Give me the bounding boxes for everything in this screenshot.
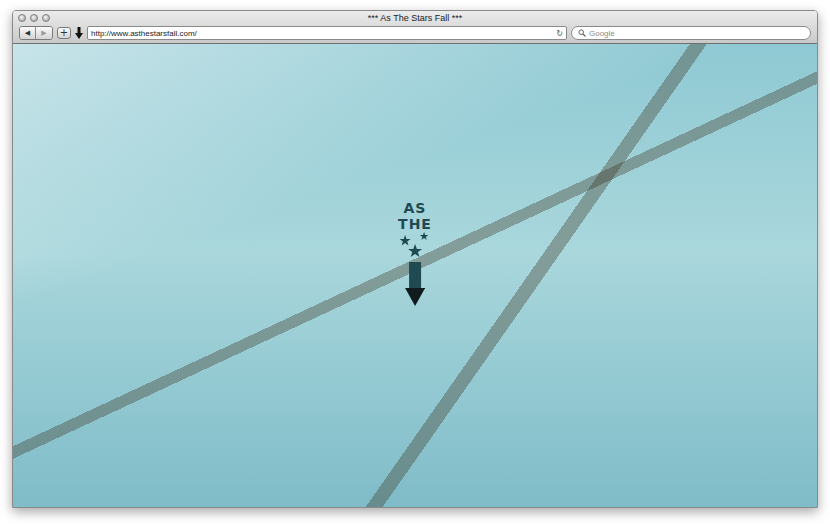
- browser-window: *** As The Stars Fall *** ◀▶ + http://www.a…: [12, 10, 818, 508]
- url-text: http://www.asthestarsfall.com/: [91, 29, 556, 38]
- search-placeholder: Google: [589, 29, 615, 38]
- url-field[interactable]: http://www.asthestarsfall.com/↻: [87, 26, 567, 40]
- page: *** As The Stars Fall *** ◀▶ + http://www.a…: [0, 0, 830, 526]
- magnifier-icon: [578, 29, 586, 37]
- download-arrow-icon[interactable]: [75, 27, 83, 39]
- back-button[interactable]: ◀: [20, 27, 36, 39]
- forward-button: ▶: [36, 27, 52, 39]
- zoom-button[interactable]: [42, 14, 50, 22]
- toolbar: ◀▶ + http://www.asthestarsfall.com/↻ Google: [13, 25, 817, 43]
- window-controls: [18, 14, 50, 22]
- close-button[interactable]: [18, 14, 26, 22]
- title-bar: *** As The Stars Fall ***: [13, 11, 817, 25]
- logo-line: AS: [404, 200, 427, 216]
- window-chrome: *** As The Stars Fall *** ◀▶ + http://www.a…: [13, 11, 817, 44]
- site-logo[interactable]: ASTHE: [398, 200, 432, 306]
- page-content: ASTHE: [13, 44, 817, 507]
- reload-button[interactable]: ↻: [556, 29, 563, 38]
- nav-buttons: ◀▶: [19, 26, 53, 40]
- search-field[interactable]: Google: [571, 26, 811, 40]
- down-arrow-icon[interactable]: [405, 262, 425, 306]
- add-bookmark-button[interactable]: +: [57, 27, 71, 39]
- minimize-button[interactable]: [30, 14, 38, 22]
- stars-icon: [399, 232, 431, 262]
- logo-line: THE: [398, 216, 432, 232]
- window-title: *** As The Stars Fall ***: [368, 11, 462, 25]
